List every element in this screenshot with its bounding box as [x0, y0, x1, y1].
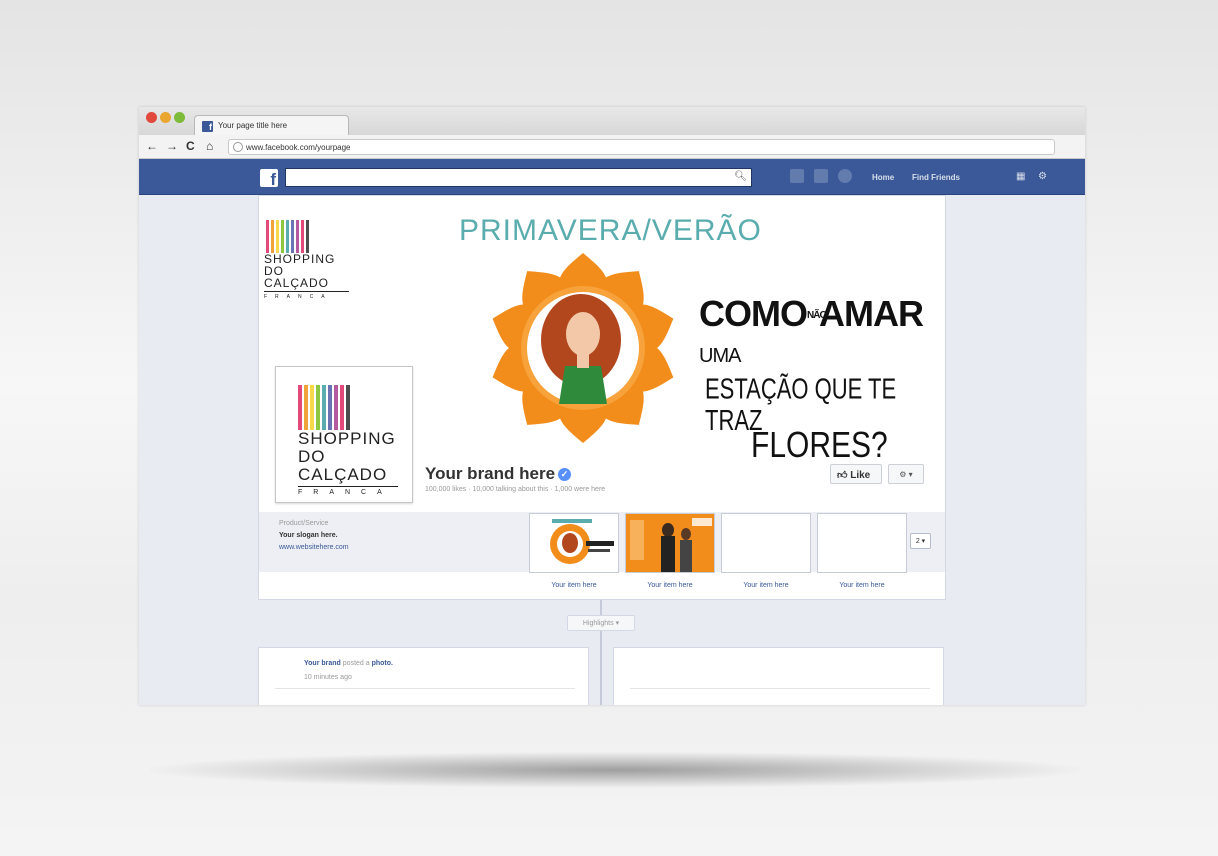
app-tab-3[interactable] — [721, 513, 811, 573]
profile-logo-line2: DO CALÇADO — [298, 447, 388, 484]
post-timestamp[interactable]: 10 minutes ago — [304, 674, 352, 681]
globe-icon — [233, 142, 243, 152]
url-text: www.facebook.com/yourpage — [246, 143, 351, 152]
reload-icon[interactable]: C — [186, 139, 195, 153]
post-divider-right — [630, 688, 930, 689]
address-bar: ← → C ⌂ www.facebook.com/yourpage — [139, 135, 1085, 159]
profile-logo: SHOPPING DO CALÇADO FRANCA — [298, 385, 398, 496]
post-author-link[interactable]: Your brand — [304, 660, 341, 667]
profile-logo-barcode — [298, 385, 398, 430]
timeline-post: Your brand posted a photo. 10 minutes ag… — [258, 647, 589, 705]
cover-logo-barcode — [266, 220, 349, 253]
app-tab-1[interactable] — [529, 513, 619, 573]
privacy-shortcuts-icon[interactable]: ▦ — [1016, 171, 1025, 182]
post-header: Your brand posted a photo. — [304, 660, 393, 667]
app-thumbnail-1 — [530, 514, 618, 572]
browser-tab[interactable]: f Your page title here — [194, 115, 349, 136]
page-title[interactable]: Your brand here ✓ — [425, 464, 572, 484]
home-icon[interactable]: ⌂ — [206, 139, 213, 153]
like-button-label: Like — [850, 470, 871, 481]
app-label-1[interactable]: Your item here — [529, 582, 619, 589]
minimize-window-icon[interactable] — [160, 112, 171, 123]
thumbs-up-icon: 👍︎ — [837, 470, 848, 481]
facebook-search-input[interactable]: 🔍︎ — [285, 168, 752, 187]
verified-badge-icon: ✓ — [558, 468, 572, 481]
tagline-como: COMO — [699, 293, 808, 334]
tagline-uma: UMA — [699, 345, 741, 367]
cover-logo-line3: FRANCA — [264, 291, 349, 300]
app-thumbnail-2 — [626, 514, 714, 572]
page-stats: 100,000 likes · 10,000 talking about thi… — [425, 486, 606, 493]
highlights-dropdown[interactable]: Highlights ▾ — [567, 615, 635, 631]
timeline-post-right — [613, 647, 944, 705]
url-field[interactable]: www.facebook.com/yourpage — [228, 139, 1055, 155]
app-label-4[interactable]: Your item here — [817, 582, 907, 589]
tagline-amar: AMAR — [819, 293, 924, 334]
post-object-link[interactable]: photo. — [372, 660, 393, 667]
tab-title: Your page title here — [218, 121, 288, 130]
more-apps-button[interactable]: 2 ▾ — [910, 533, 931, 549]
page-name: Your brand here — [425, 464, 556, 483]
page-website-link[interactable]: www.websitehere.com — [279, 544, 349, 551]
page-category: Product/Service — [279, 520, 329, 527]
app-tab-4[interactable] — [817, 513, 907, 573]
profile-logo-line3: FRANCA — [298, 486, 398, 496]
cover-tagline: COMONÃOAMAR UMA ESTAÇÃO QUE TE TRAZ FLOR… — [699, 293, 939, 464]
tagline-line3: FLORES? — [751, 425, 888, 466]
browser-window: f Your page title here ← → C ⌂ www.faceb… — [139, 107, 1085, 705]
facebook-header: f 🔍︎ Home Find Friends ▦ ⚙ — [139, 159, 1085, 195]
like-button[interactable]: 👍︎ Like — [830, 464, 882, 484]
profile-picture[interactable]: SHOPPING DO CALÇADO FRANCA — [275, 366, 413, 503]
app-label-3[interactable]: Your item here — [721, 582, 811, 589]
post-divider — [275, 688, 575, 689]
profile-logo-line1: SHOPPING — [298, 429, 396, 448]
tagline-nao: NÃO — [807, 310, 827, 322]
maximize-window-icon[interactable] — [174, 112, 185, 123]
facebook-logo-icon[interactable]: f — [260, 169, 278, 189]
forward-icon[interactable]: → — [166, 139, 178, 153]
browser-shadow — [150, 752, 1080, 788]
app-tab-2[interactable] — [625, 513, 715, 573]
cover-headline: PRIMAVERA/VERÃO — [459, 214, 762, 247]
cover-logo-line2: DO CALÇADO — [264, 264, 330, 290]
cover-logo: SHOPPING DO CALÇADO FRANCA — [264, 220, 349, 300]
messages-icon[interactable] — [814, 169, 828, 183]
facebook-favicon-icon: f — [202, 121, 213, 132]
page-slogan: Your slogan here. — [279, 532, 338, 539]
page-options-button[interactable]: ⚙ ▾ — [888, 464, 924, 484]
tab-bar: f Your page title here — [139, 107, 1085, 136]
search-icon[interactable]: 🔍︎ — [734, 171, 747, 182]
nav-find-friends-link[interactable]: Find Friends — [912, 173, 960, 182]
app-label-2[interactable]: Your item here — [625, 582, 715, 589]
friend-requests-icon[interactable] — [790, 169, 804, 183]
nav-home-link[interactable]: Home — [872, 173, 894, 182]
page-header-card: SHOPPING DO CALÇADO FRANCA PRIMAVERA/VER… — [258, 195, 946, 600]
flower-woman-illustration — [492, 253, 674, 443]
back-icon[interactable]: ← — [146, 139, 158, 153]
settings-gear-icon[interactable]: ⚙ — [1038, 171, 1047, 182]
close-window-icon[interactable] — [146, 112, 157, 123]
post-action: posted a — [342, 660, 370, 667]
notifications-icon[interactable] — [838, 169, 852, 183]
